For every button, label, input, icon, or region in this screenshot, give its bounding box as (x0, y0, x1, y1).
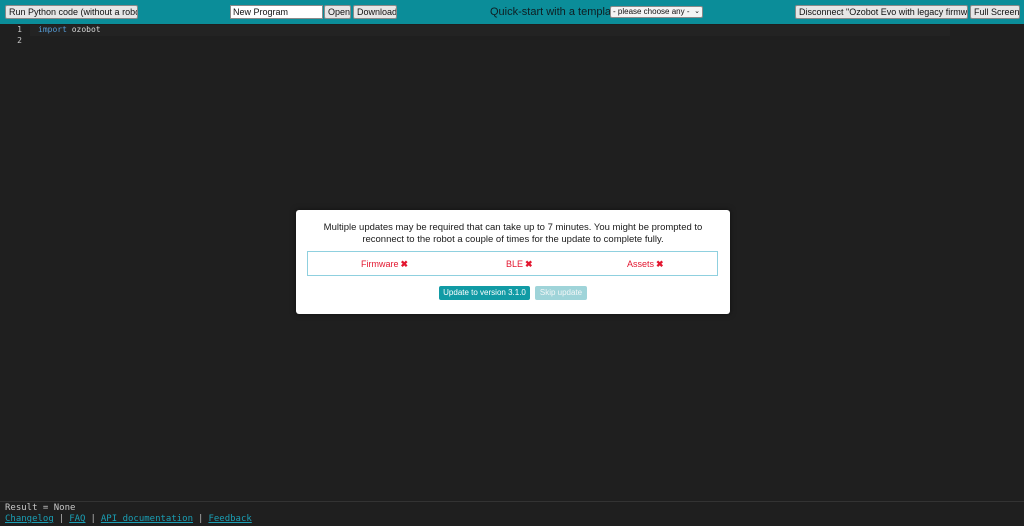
ble-status-label: BLE (506, 259, 524, 269)
code-keyword: import (38, 25, 67, 34)
assets-status-label: Assets (627, 259, 655, 269)
link-separator: | (90, 514, 96, 524)
line-number: 2 (17, 36, 22, 45)
footer-links: Changelog | FAQ | API documentation | Feedback (5, 514, 252, 524)
error-x-icon: ✖ (400, 259, 409, 269)
update-status-panel: Firmware ✖ BLE ✖ Assets ✖ (307, 251, 718, 276)
disconnect-robot-button[interactable]: Disconnect "Ozobot Evo with legacy firmw… (795, 5, 968, 19)
download-button[interactable]: Download (353, 5, 397, 19)
code-line[interactable]: import ozobot (38, 25, 101, 34)
link-separator: | (58, 514, 65, 524)
api-documentation-link[interactable]: API documentation (101, 514, 193, 524)
code-text: ozobot (66, 25, 101, 34)
quickstart-label: Quick-start with a template: (490, 6, 624, 18)
skip-update-button: Skip update (535, 286, 587, 300)
update-message: Multiple updates may be required that ca… (323, 222, 703, 245)
active-line-highlight (30, 25, 950, 36)
line-number: 1 (17, 25, 22, 34)
error-x-icon: ✖ (656, 259, 664, 269)
chevron-down-icon: ⌄ (694, 8, 700, 15)
full-screen-button[interactable]: Full Screen (970, 5, 1020, 19)
top-toolbar: Run Python code (without a robot) New Pr… (0, 0, 1024, 24)
update-version-button[interactable]: Update to version 3.1.0 (439, 286, 530, 300)
footer-divider (0, 501, 1024, 502)
faq-link[interactable]: FAQ (69, 514, 85, 524)
run-python-button[interactable]: Run Python code (without a robot) (5, 5, 138, 19)
result-output: Result = None (5, 503, 76, 513)
changelog-link[interactable]: Changelog (5, 514, 54, 524)
template-select-value: - please choose any - (613, 7, 690, 16)
update-dialog: Multiple updates may be required that ca… (296, 210, 730, 314)
ble-status: BLE ✖ (506, 259, 533, 270)
firmware-status: Firmware ✖ (361, 259, 408, 270)
template-select[interactable]: - please choose any - ⌄ (610, 6, 703, 18)
firmware-status-label: Firmware (361, 259, 399, 269)
feedback-link[interactable]: Feedback (208, 514, 251, 524)
error-x-icon: ✖ (525, 259, 533, 269)
link-separator: | (198, 514, 204, 524)
program-name-input[interactable]: New Program (230, 5, 323, 19)
open-button[interactable]: Open (324, 5, 351, 19)
assets-status: Assets ✖ (627, 259, 664, 270)
